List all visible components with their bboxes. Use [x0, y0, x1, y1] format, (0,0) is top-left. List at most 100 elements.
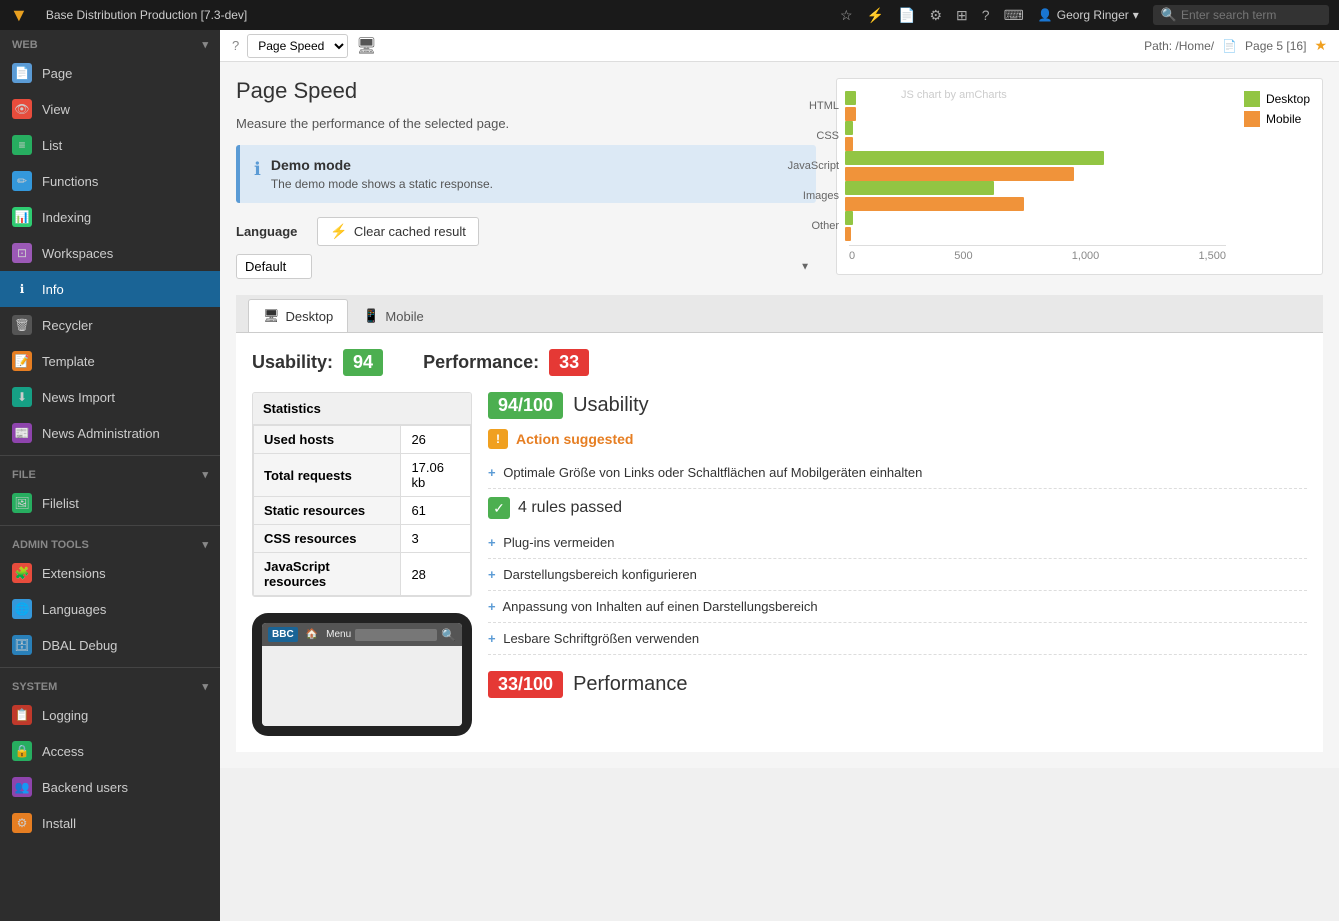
template-icon: 📝: [12, 351, 32, 371]
tabs-bar: 🖥 Desktop 📱 Mobile: [236, 295, 1323, 333]
sidebar-item-workspaces[interactable]: ⊡ Workspaces: [0, 235, 220, 271]
action-item[interactable]: + Optimale Größe von Links oder Schaltfl…: [488, 457, 1307, 489]
logo-icon: ▼: [10, 5, 28, 26]
user-menu[interactable]: 👤 Georg Ringer ▾: [1038, 8, 1139, 22]
performance-badge: 33/100: [488, 671, 563, 698]
sidebar-item-list[interactable]: ≡ List: [0, 127, 220, 163]
sidebar-item-news-import[interactable]: ⬇ News Import: [0, 379, 220, 415]
stats-table: Used hosts26Total requests17.06 kbStatic…: [253, 425, 471, 596]
legend-mobile: Mobile: [1244, 111, 1310, 127]
bbc-logo: BBC: [268, 627, 298, 642]
sidebar-label-view: View: [42, 102, 70, 117]
stat-value: 17.06 kb: [401, 454, 471, 497]
system-section-arrow: ▾: [202, 680, 208, 693]
sidebar-item-languages[interactable]: 🌐 Languages: [0, 591, 220, 627]
sidebar-item-install[interactable]: ⚙ Install: [0, 805, 220, 841]
chart-bars-css: [845, 121, 1226, 151]
sidebar-item-extensions[interactable]: 🧩 Extensions: [0, 555, 220, 591]
chart-row-other: Other: [849, 211, 1226, 241]
pagespeed-dropdown[interactable]: Page Speed: [247, 34, 348, 58]
tab-mobile-label: Mobile: [385, 309, 423, 324]
plus-icon-4: +: [488, 599, 496, 614]
sidebar-item-indexing[interactable]: 📊 Indexing: [0, 199, 220, 235]
web-section-arrow: ▾: [202, 38, 208, 51]
stats-table-wrap: Statistics Used hosts26Total requests17.…: [252, 392, 472, 597]
anpassung-item[interactable]: + Anpassung von Inhalten auf einen Darst…: [488, 591, 1307, 623]
sidebar-item-backend-users[interactable]: 👥 Backend users: [0, 769, 220, 805]
sidebar-item-filelist[interactable]: 🖼 Filelist: [0, 485, 220, 521]
stat-label: CSS resources: [254, 525, 401, 553]
question-icon: ?: [232, 38, 239, 53]
sidebar-label-languages: Languages: [42, 602, 106, 617]
sidebar-divider-2: [0, 525, 220, 526]
bookmark-star-icon[interactable]: ★: [1314, 37, 1327, 54]
chart-row-images: Images: [849, 181, 1226, 211]
lesbare-item[interactable]: + Lesbare Schriftgrößen verwenden: [488, 623, 1307, 655]
topbar-icons: ☆ ⚡ 📄 ⚙ ⊞ ? ⌨ 👤 Georg Ringer ▾ 🔍: [840, 5, 1329, 25]
sidebar-item-functions[interactable]: ✏ Functions: [0, 163, 220, 199]
web-section-header: WEB ▾: [0, 30, 220, 55]
recycler-icon: 🗑: [12, 315, 32, 335]
sidebar-item-news-admin[interactable]: 📰 News Administration: [0, 415, 220, 451]
plugin-item[interactable]: + Plug-ins vermeiden: [488, 527, 1307, 559]
sidebar-item-info[interactable]: ℹ Info: [0, 271, 220, 307]
demo-desc: The demo mode shows a static response.: [271, 177, 493, 191]
performance-label-prefix: Performance:: [423, 352, 539, 373]
page-icon: 📄: [12, 63, 32, 83]
chart-label-js: JavaScript: [769, 160, 839, 172]
search-box[interactable]: 🔍: [1153, 5, 1329, 25]
keyboard-icon[interactable]: ⌨: [1004, 7, 1024, 24]
legend-desktop-color: [1244, 91, 1260, 107]
legend-desktop: Desktop: [1244, 91, 1310, 107]
darstellungsbereich-item[interactable]: + Darstellungsbereich konfigurieren: [488, 559, 1307, 591]
sidebar-item-logging[interactable]: 📋 Logging: [0, 697, 220, 733]
search-input[interactable]: [1181, 8, 1321, 22]
results-area: Usability: 94 Performance: 33: [236, 333, 1323, 752]
bar-css-desktop: [845, 121, 853, 135]
sidebar-label-logging: Logging: [42, 708, 88, 723]
scores-row: Usability: 94 Performance: 33: [252, 349, 1307, 376]
rules-col: 94/100 Usability ! Action suggested + Op…: [488, 392, 1307, 736]
sidebar-item-access[interactable]: 🔒 Access: [0, 733, 220, 769]
sidebar-item-recycler[interactable]: 🗑 Recycler: [0, 307, 220, 343]
bar-images-mobile: [845, 197, 1024, 211]
help-icon[interactable]: ?: [982, 7, 990, 23]
sidebar-item-view[interactable]: 👁 View: [0, 91, 220, 127]
legend-mobile-label: Mobile: [1266, 112, 1301, 126]
sidebar-label-indexing: Indexing: [42, 210, 91, 225]
system-section-header: SYSTEM ▾: [0, 672, 220, 697]
sidebar-label-list: List: [42, 138, 62, 153]
phone-browser: BBC 🏠 Menu 🔍: [262, 623, 462, 646]
user-icon: 👤: [1038, 8, 1053, 22]
sidebar-label-news-admin: News Administration: [42, 426, 160, 441]
plugin-item-text: Plug-ins vermeiden: [503, 535, 614, 550]
usability-score-row: Usability: 94: [252, 349, 383, 376]
filelist-icon: 🖼: [12, 493, 32, 513]
stat-label: Static resources: [254, 497, 401, 525]
sidebar-label-recycler: Recycler: [42, 318, 93, 333]
grid-icon[interactable]: ⊞: [956, 7, 968, 24]
indexing-icon: 📊: [12, 207, 32, 227]
logging-icon: 📋: [12, 705, 32, 725]
sidebar-item-template[interactable]: 📝 Template: [0, 343, 220, 379]
search-icon: 🔍: [1161, 7, 1177, 23]
tab-mobile[interactable]: 📱 Mobile: [348, 299, 438, 332]
language-select[interactable]: Default: [236, 254, 312, 279]
gear-icon[interactable]: ⚙: [929, 7, 942, 24]
clear-btn-label: Clear cached result: [354, 224, 466, 239]
bar-images-desktop: [845, 181, 994, 195]
breadcrumb-right: Path: /Home/ 📄 Page 5 [16] ★: [1144, 37, 1327, 54]
file-section-arrow: ▾: [202, 468, 208, 481]
sidebar-item-page[interactable]: 📄 Page: [0, 55, 220, 91]
clear-cached-result-button[interactable]: ⚡ Clear cached result: [317, 217, 478, 246]
sidebar-item-dbal[interactable]: 🗄 DBAL Debug: [0, 627, 220, 663]
star-icon[interactable]: ☆: [840, 7, 853, 24]
usability-heading: Usability: [573, 394, 649, 417]
xaxis-500: 500: [954, 250, 972, 262]
admin-section-header: ADMIN TOOLS ▾: [0, 530, 220, 555]
flash-icon[interactable]: ⚡: [867, 7, 884, 24]
demo-box: ℹ Demo mode The demo mode shows a static…: [236, 145, 816, 203]
breadcrumb-path: Path: /Home/: [1144, 39, 1214, 53]
tab-desktop[interactable]: 🖥 Desktop: [248, 299, 348, 332]
pages-icon[interactable]: 📄: [898, 7, 915, 24]
